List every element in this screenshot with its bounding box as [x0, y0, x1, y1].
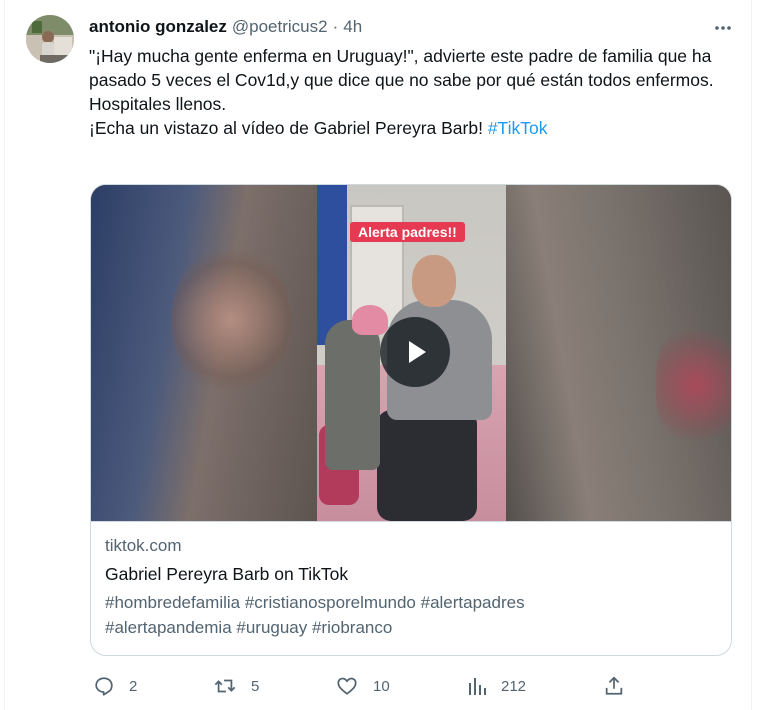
more-options-button[interactable]: [709, 14, 737, 42]
share-icon: [605, 676, 623, 695]
reply-icon: [95, 677, 113, 696]
card-domain: tiktok.com: [105, 536, 182, 555]
views-button[interactable]: 212: [467, 672, 526, 700]
retweet-count: 5: [251, 677, 260, 695]
reply-count: 2: [129, 677, 138, 695]
like-button[interactable]: 10: [335, 672, 390, 700]
like-count: 10: [373, 677, 390, 695]
card-description-line: #hombredefamilia #cristianosporelmundo #…: [105, 593, 525, 612]
separator-dot: ·: [332, 17, 339, 36]
timestamp[interactable]: 4h: [343, 17, 362, 37]
blurred-background-right: [506, 185, 731, 521]
avatar[interactable]: [26, 15, 74, 63]
tweet[interactable]: antonio gonzalez @poetricus2 · 4h "¡Hay …: [4, 0, 752, 710]
card-description-line: #alertapandemia #uruguay #riobranco: [105, 618, 393, 637]
card-description: #hombredefamilia #cristianosporelmundo #…: [105, 590, 717, 640]
tweet-paragraph: Hospitales llenos.: [89, 94, 227, 114]
display-name[interactable]: antonio gonzalez: [89, 17, 227, 37]
tweet-paragraph: "¡Hay mucha gente enferma en Uruguay!", …: [89, 46, 714, 90]
views-chart-icon: [469, 678, 486, 695]
link-card[interactable]: Alerta padres!! tiktok.com Gabriel Perey…: [90, 184, 732, 656]
more-dots-icon: [715, 26, 731, 30]
tweet-paragraph: ¡Echa un vistazo al vídeo de Gabriel Per…: [89, 116, 719, 140]
share-button[interactable]: [603, 672, 625, 700]
hashtag-link[interactable]: #TikTok: [488, 118, 548, 138]
card-info[interactable]: tiktok.com Gabriel Pereyra Barb on TikTo…: [91, 521, 731, 655]
play-button[interactable]: [380, 317, 450, 387]
play-icon: [409, 341, 426, 363]
user-handle[interactable]: @poetricus2: [232, 17, 328, 37]
card-title: Gabriel Pereyra Barb on TikTok: [105, 564, 349, 584]
action-bar: 2 5 10 212: [89, 672, 639, 700]
tweet-text: "¡Hay mucha gente enferma en Uruguay!", …: [89, 44, 719, 140]
heart-icon: [337, 677, 357, 695]
retweet-icon: [214, 679, 236, 693]
video-thumbnail[interactable]: Alerta padres!!: [91, 185, 731, 521]
tweet-last-line: ¡Echa un vistazo al vídeo de Gabriel Per…: [89, 118, 488, 138]
reply-button[interactable]: 2: [93, 672, 137, 700]
tweet-header: antonio gonzalez @poetricus2 · 4h: [89, 16, 362, 38]
blurred-background-left: [91, 185, 317, 521]
views-count: 212: [501, 677, 527, 695]
retweet-button[interactable]: 5: [213, 672, 259, 700]
video-overlay-label: Alerta padres!!: [350, 222, 465, 242]
